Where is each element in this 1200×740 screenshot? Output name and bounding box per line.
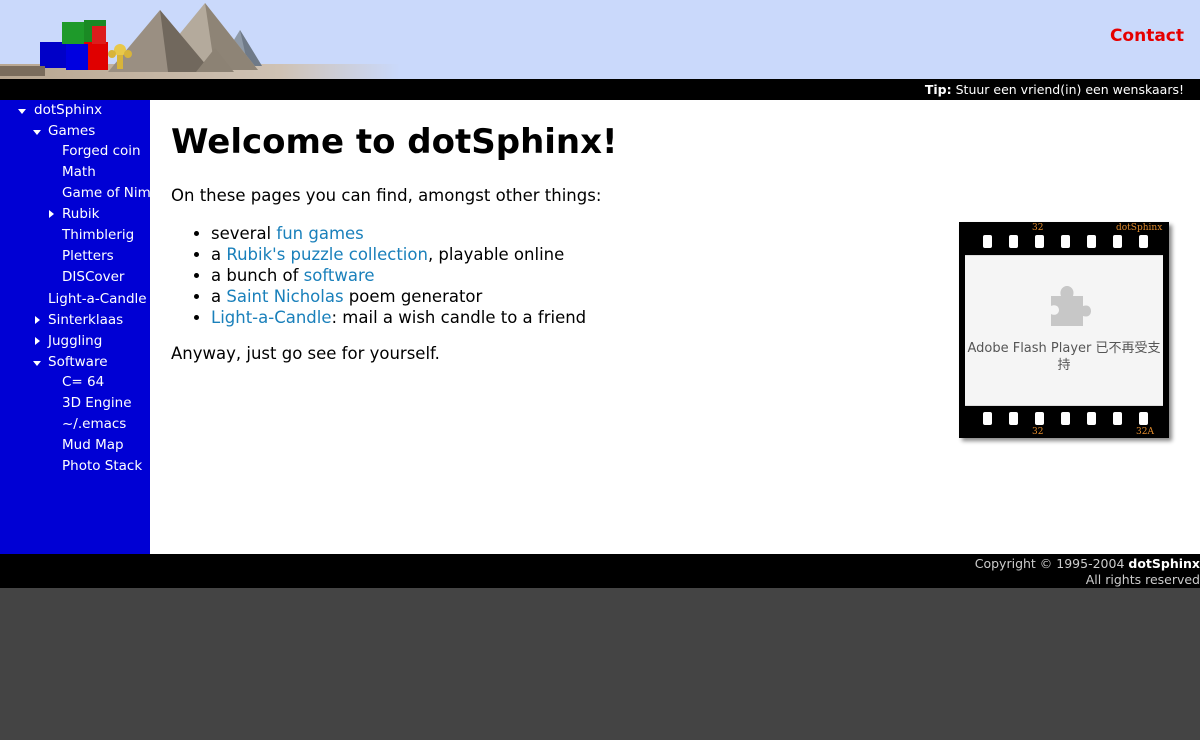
nav-item-emacs[interactable]: ~/.emacs xyxy=(62,414,126,435)
nav-item-dotsphinx[interactable]: dotSphinx xyxy=(34,100,102,121)
list-item: a Saint Nicholas poem generator xyxy=(211,286,586,307)
list-item-text: a xyxy=(211,287,227,306)
tip-bar: Tip: Stuur een vriend(in) een wenskaars! xyxy=(0,79,1200,100)
film-strip-frame: 32 dotSphinx Adobe Flash Player 已不再受支持 3… xyxy=(959,222,1169,438)
nav-label: 3D Engine xyxy=(62,395,132,411)
nav-label: Math xyxy=(62,164,96,180)
film-perforation xyxy=(1113,235,1122,248)
nav-label: ~/.emacs xyxy=(62,416,127,432)
sidebar-nav: dotSphinx Games Forged coin Math Game of… xyxy=(0,100,150,554)
nav-item-game-of-nim[interactable]: Game of Nim xyxy=(62,183,150,204)
film-perforation xyxy=(1009,412,1018,425)
light-a-candle-link[interactable]: Light-a-Candle xyxy=(211,308,332,327)
saint-nicholas-link[interactable]: Saint Nicholas xyxy=(226,287,343,306)
nav-item-juggling[interactable]: Juggling xyxy=(48,331,102,352)
list-item-text: : mail a wish candle to a friend xyxy=(331,308,587,327)
film-perforation xyxy=(1139,235,1148,248)
film-perforation xyxy=(1035,412,1044,425)
tip-text[interactable]: Stuur een vriend(in) een wenskaars! xyxy=(956,82,1184,97)
nav-item-forged-coin[interactable]: Forged coin xyxy=(62,141,141,162)
list-item: a bunch of software xyxy=(211,265,586,286)
copyright-brand: dotSphinx xyxy=(1128,556,1200,571)
film-perforation xyxy=(983,235,992,248)
software-link[interactable]: software xyxy=(304,266,375,285)
nav-item-mud-map[interactable]: Mud Map xyxy=(62,435,124,456)
nav-item-software[interactable]: Software xyxy=(48,352,108,373)
contact-link[interactable]: Contact xyxy=(1110,26,1184,46)
nav-item-rubik[interactable]: Rubik xyxy=(62,204,99,225)
flash-unsupported-message: Adobe Flash Player 已不再受支持 xyxy=(967,341,1161,373)
copyright-notice: Copyright © 1995-2004 dotSphinx All righ… xyxy=(975,556,1200,588)
list-item-text: a bunch of xyxy=(211,266,304,285)
outro-text: Anyway, just go see for yourself. xyxy=(171,344,440,363)
nav-label: Games xyxy=(48,123,96,139)
list-item-text: several xyxy=(211,224,277,243)
film-perforation xyxy=(983,412,992,425)
rubik-collection-link[interactable]: Rubik's puzzle collection xyxy=(226,245,428,264)
film-perforation xyxy=(1087,412,1096,425)
tip-message[interactable]: Tip: Stuur een vriend(in) een wenskaars! xyxy=(925,82,1184,97)
list-item-text: a xyxy=(211,245,227,264)
nav-item-discover[interactable]: DISCover xyxy=(62,267,124,288)
collapse-arrow-icon[interactable] xyxy=(49,210,54,218)
intro-text: On these pages you can find, amongst oth… xyxy=(171,186,602,205)
nav-label: Sinterklaas xyxy=(48,312,124,328)
film-perforation xyxy=(1035,235,1044,248)
film-number: 32 xyxy=(1032,427,1044,437)
film-perforation xyxy=(1139,412,1148,425)
nav-label: dotSphinx xyxy=(34,102,103,118)
site-logo[interactable] xyxy=(0,0,400,79)
expand-arrow-icon[interactable] xyxy=(33,130,41,135)
feature-list: several fun games a Rubik's puzzle colle… xyxy=(171,223,586,328)
list-item-text: , playable online xyxy=(427,245,565,264)
rights-text: All rights reserved xyxy=(1085,572,1200,587)
nav-label: Thimblerig xyxy=(62,227,135,243)
nav-item-sinterklaas[interactable]: Sinterklaas xyxy=(48,310,123,331)
footer: Copyright © 1995-2004 dotSphinx All righ… xyxy=(0,554,1200,588)
film-number: 32 xyxy=(1032,223,1044,233)
nav-label: Forged coin xyxy=(62,143,141,159)
expand-arrow-icon[interactable] xyxy=(18,109,26,114)
nav-label: C= 64 xyxy=(62,374,105,390)
film-brand-label: dotSphinx xyxy=(1116,223,1163,233)
tip-label: Tip: xyxy=(924,82,952,97)
nav-label: Game of Nim xyxy=(62,185,150,201)
nav-label: Mud Map xyxy=(62,437,124,453)
film-number: 32A xyxy=(1136,427,1154,437)
list-item: a Rubik's puzzle collection, playable on… xyxy=(211,244,586,265)
nav-label: Light-a-Candle xyxy=(48,291,147,307)
page-title: Welcome to dotSphinx! xyxy=(171,122,618,162)
nav-item-light-a-candle[interactable]: Light-a-Candle xyxy=(48,289,147,310)
main-content: Welcome to dotSphinx! On these pages you… xyxy=(150,100,1200,554)
film-perforation xyxy=(1087,235,1096,248)
nav-label: DISCover xyxy=(62,269,125,285)
expand-arrow-icon[interactable] xyxy=(33,361,41,366)
list-item-text: poem generator xyxy=(343,287,483,306)
film-perforation xyxy=(1061,412,1070,425)
nav-label: Software xyxy=(48,354,108,370)
list-item: several fun games xyxy=(211,223,586,244)
collapse-arrow-icon[interactable] xyxy=(35,316,40,324)
plugin-puzzle-icon xyxy=(1051,286,1091,326)
film-perforation xyxy=(1061,235,1070,248)
film-perforation xyxy=(1113,412,1122,425)
fun-games-link[interactable]: fun games xyxy=(276,224,363,243)
film-perforation xyxy=(1009,235,1018,248)
nav-item-thimblerig[interactable]: Thimblerig xyxy=(62,225,134,246)
nav-item-c64[interactable]: C= 64 xyxy=(62,372,104,393)
nav-item-3d-engine[interactable]: 3D Engine xyxy=(62,393,132,414)
nav-label: Rubik xyxy=(62,206,100,222)
list-item: Light-a-Candle: mail a wish candle to a … xyxy=(211,307,586,328)
flash-plugin-placeholder[interactable]: Adobe Flash Player 已不再受支持 xyxy=(965,255,1163,406)
nav-item-games[interactable]: Games xyxy=(48,121,95,142)
nav-label: Juggling xyxy=(48,333,103,349)
nav-label: Photo Stack xyxy=(62,458,143,474)
nav-item-math[interactable]: Math xyxy=(62,162,96,183)
copyright-text: Copyright © 1995-2004 xyxy=(974,556,1129,571)
nav-label: Pletters xyxy=(62,248,114,264)
nav-item-pletters[interactable]: Pletters xyxy=(62,246,114,267)
collapse-arrow-icon[interactable] xyxy=(35,337,40,345)
nav-item-photo-stack[interactable]: Photo Stack xyxy=(62,456,142,477)
header: Contact xyxy=(0,0,1200,79)
